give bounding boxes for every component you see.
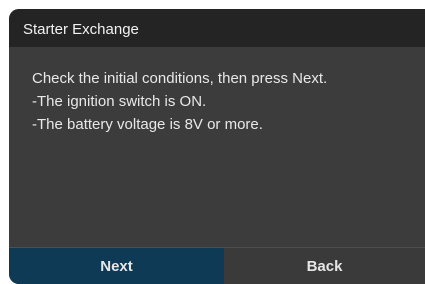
condition-battery-line: -The battery voltage is 8V or more.: [32, 116, 263, 133]
dialog-button-bar: Next Back: [9, 248, 425, 284]
instruction-line: Check the initial conditions, then press…: [32, 70, 328, 87]
next-button[interactable]: Next: [9, 248, 224, 284]
back-button[interactable]: Back: [224, 248, 425, 284]
starter-exchange-dialog: Starter Exchange Check the initial condi…: [9, 9, 425, 284]
dialog-message: Check the initial conditions, then press…: [32, 67, 417, 136]
condition-ignition-line: -The ignition switch is ON.: [32, 93, 207, 110]
dialog-title-bar: Starter Exchange: [9, 9, 425, 47]
dialog-title: Starter Exchange: [23, 21, 139, 38]
